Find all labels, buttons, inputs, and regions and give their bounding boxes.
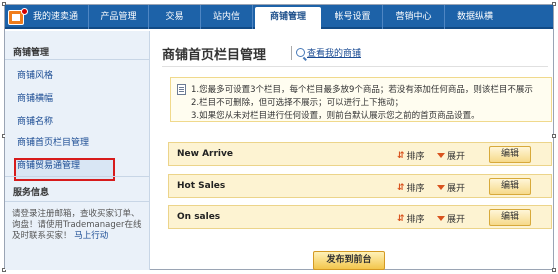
- notice-line: 1.您最多可设置3个栏目，每个栏目最多放9个商品；若没有添加任何商品，则该栏目不…: [191, 85, 533, 95]
- sidebar-item-store-name[interactable]: 商铺名称: [17, 114, 53, 127]
- tab-store-management[interactable]: 商铺管理: [255, 7, 321, 31]
- service-info-title: 服务信息: [13, 188, 50, 198]
- section-name: On sales: [177, 212, 221, 222]
- sort-label: 排序: [406, 152, 425, 162]
- expand-label: 展开: [447, 152, 466, 162]
- view-my-store-label: 查看我的商铺: [307, 49, 362, 59]
- sort-label: 排序: [406, 215, 425, 225]
- section-name: Hot Sales: [177, 181, 226, 191]
- tab-data[interactable]: 数据纵横: [445, 5, 505, 29]
- divider: [162, 66, 548, 67]
- divider: [5, 59, 150, 60]
- sort-control[interactable]: ⇵ 排序: [397, 212, 425, 226]
- tab-products[interactable]: 产品管理: [89, 5, 149, 29]
- sort-label: 排序: [406, 184, 425, 194]
- sort-control[interactable]: ⇵ 排序: [397, 149, 425, 163]
- section-row[interactable]: On sales ⇵ 排序 展开 编辑: [168, 205, 552, 229]
- sidebar-item-store-style[interactable]: 商铺风格: [17, 68, 53, 81]
- tab-my-aliexpress[interactable]: 我的速卖通: [23, 5, 89, 29]
- sidebar-item-trade-manager[interactable]: 商铺贸易通管理: [17, 158, 80, 171]
- resize-handle[interactable]: [552, 134, 556, 138]
- take-action-link[interactable]: 马上行动: [74, 231, 108, 241]
- search-icon: [296, 48, 305, 57]
- section-name: New Arrive: [177, 149, 233, 159]
- sort-arrows-icon: ⇵: [397, 182, 405, 193]
- sort-control[interactable]: ⇵ 排序: [397, 181, 425, 195]
- service-info-text: 请登录注册邮箱，查收买家订单、询盘！请使用Trademanager在线及时联系买…: [12, 209, 142, 242]
- chevron-down-icon: [437, 153, 445, 158]
- chevron-down-icon: [437, 185, 445, 190]
- tab-transactions[interactable]: 交易: [149, 5, 201, 29]
- divider: [5, 201, 150, 202]
- expand-toggle[interactable]: 展开: [437, 181, 465, 194]
- edit-button[interactable]: 编辑: [489, 178, 531, 195]
- chevron-down-icon: [437, 216, 445, 221]
- notice-box: 1.您最多可设置3个栏目，每个栏目最多放9个商品；若没有添加任何商品，则该栏目不…: [170, 77, 552, 122]
- sidebar-section-title: 商铺管理: [13, 48, 50, 58]
- expand-toggle[interactable]: 展开: [437, 212, 465, 225]
- page-title: 商铺首页栏目管理: [162, 48, 267, 63]
- sort-arrows-icon: ⇵: [397, 150, 405, 161]
- divider: [291, 46, 292, 60]
- edit-button[interactable]: 编辑: [489, 209, 531, 226]
- expand-label: 展开: [447, 184, 466, 194]
- document-icon: [177, 84, 186, 95]
- sidebar-item-homepage-columns[interactable]: 商铺首页栏目管理: [17, 135, 89, 148]
- expand-toggle[interactable]: 展开: [437, 149, 465, 162]
- notice-line: 3.如果您从未对栏目进行任何设置，则前台默认展示您之前的首页商品设置。: [191, 111, 480, 121]
- divider: [5, 176, 150, 177]
- resize-handle[interactable]: [552, 268, 556, 272]
- view-my-store-link[interactable]: 查看我的商铺: [296, 46, 361, 59]
- publish-button[interactable]: 发布到前台: [313, 251, 385, 270]
- tab-marketing[interactable]: 营销中心: [383, 5, 445, 29]
- sidebar-item-store-banner[interactable]: 商铺横幅: [17, 91, 53, 104]
- sort-arrows-icon: ⇵: [397, 213, 405, 224]
- tab-account-settings[interactable]: 帐号设置: [323, 5, 383, 29]
- tab-messages[interactable]: 站内信: [201, 5, 253, 29]
- notice-line: 2.栏目不可删除，但可选择不展示；可以进行上下拖动；: [191, 98, 404, 108]
- top-nav: 我的速卖通 产品管理 交易 站内信 商铺管理 帐号设置 营销中心 数据纵横: [5, 5, 553, 31]
- edit-button[interactable]: 编辑: [489, 146, 531, 163]
- section-row[interactable]: Hot Sales ⇵ 排序 展开 编辑: [168, 174, 552, 198]
- expand-label: 展开: [447, 215, 466, 225]
- section-row[interactable]: New Arrive ⇵ 排序 展开 编辑: [168, 142, 552, 166]
